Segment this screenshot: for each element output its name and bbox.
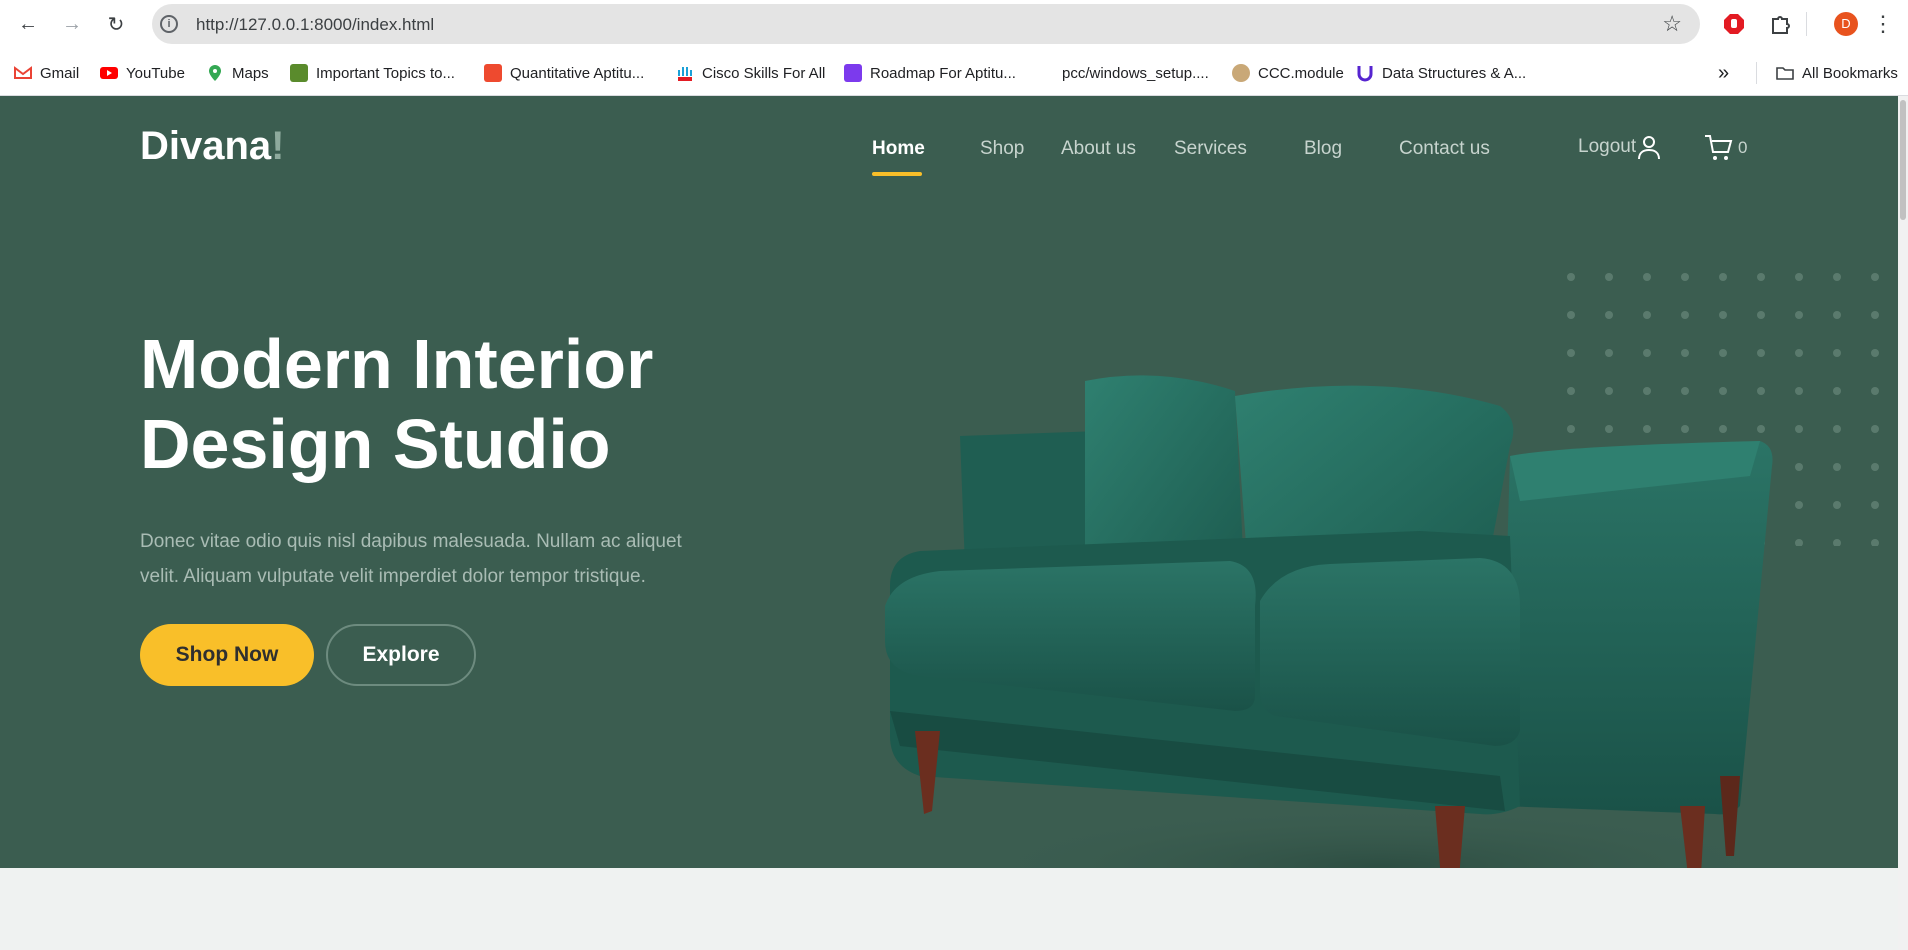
- bookmark-icon: [484, 64, 502, 82]
- cart-icon: [1705, 135, 1733, 160]
- sofa-image: [885, 375, 1790, 868]
- bookmark-label: Roadmap For Aptitu...: [870, 64, 1016, 82]
- hero-title-line: Design Studio: [140, 405, 611, 483]
- toolbar-divider: [1806, 12, 1807, 36]
- adblock-extension-icon[interactable]: [1722, 12, 1746, 36]
- bookmark-label: Gmail: [40, 64, 80, 82]
- nav-shop[interactable]: Shop: [980, 138, 1024, 160]
- bookmark-roadmap[interactable]: Roadmap For Aptitu...: [844, 62, 1016, 84]
- bookmark-quantitative[interactable]: Quantitative Aptitu...: [484, 62, 644, 84]
- page-scrollbar[interactable]: [1898, 96, 1908, 950]
- bookmark-label: Maps: [232, 64, 269, 82]
- more-bookmarks-icon[interactable]: »: [1718, 62, 1729, 84]
- bookmark-label: Quantitative Aptitu...: [510, 64, 645, 82]
- logout-link[interactable]: Logout: [1578, 134, 1662, 160]
- bookmark-label: pcc/windows_setup....: [1062, 64, 1209, 82]
- nav-services[interactable]: Services: [1174, 138, 1247, 160]
- hero-description-line: velit. Aliquam vulputate velit imperdiet…: [140, 566, 646, 587]
- folder-icon: [1776, 67, 1794, 80]
- nav-home[interactable]: Home: [872, 138, 925, 160]
- bookmarks-bar: Gmail YouTube Maps Important Topics to..…: [0, 48, 1908, 96]
- logout-label: Logout: [1578, 136, 1637, 157]
- bookmark-ccc[interactable]: CCC.module: [1232, 62, 1344, 84]
- nav-blog[interactable]: Blog: [1304, 138, 1342, 160]
- bookmark-star-icon[interactable]: ☆: [1662, 11, 1682, 37]
- reload-icon[interactable]: ↻: [102, 10, 130, 38]
- hero-description: Donec vitae odio quis nisl dapibus males…: [140, 524, 720, 594]
- bookmark-maps[interactable]: Maps: [206, 62, 269, 84]
- udemy-icon: [1357, 66, 1373, 82]
- scrollbar-thumb[interactable]: [1900, 100, 1906, 220]
- bookmark-icon: [1232, 64, 1250, 82]
- site-logo[interactable]: Divana!: [140, 124, 285, 169]
- active-nav-indicator: [872, 172, 922, 176]
- bookmark-icon: [844, 64, 862, 82]
- bookmark-data-structures[interactable]: Data Structures & A...: [1356, 62, 1526, 84]
- nav-contact-us[interactable]: Contact us: [1399, 138, 1490, 160]
- nav-about-us[interactable]: About us: [1061, 138, 1136, 160]
- hero-description-line: Donec vitae odio quis nisl dapibus males…: [140, 531, 682, 552]
- cisco-icon: [678, 67, 692, 81]
- url-text[interactable]: http://127.0.0.1:8000/index.html: [196, 15, 434, 35]
- youtube-icon: [100, 67, 118, 79]
- address-bar[interactable]: i http://127.0.0.1:8000/index.html ☆: [152, 4, 1700, 44]
- hero-title: Modern Interior Design Studio: [140, 324, 780, 484]
- logo-text: Divana: [140, 124, 272, 168]
- profile-avatar[interactable]: D: [1834, 12, 1858, 36]
- back-icon[interactable]: ←: [14, 10, 42, 38]
- explore-button[interactable]: Explore: [326, 624, 476, 686]
- gmail-icon: [14, 66, 32, 79]
- user-icon: [1638, 136, 1661, 160]
- cart-count: 0: [1738, 138, 1748, 157]
- forward-icon[interactable]: →: [58, 10, 86, 38]
- bookmark-label: Important Topics to...: [316, 64, 455, 82]
- bookmark-label: Data Structures & A...: [1382, 64, 1527, 82]
- all-bookmarks-button[interactable]: All Bookmarks: [1776, 62, 1898, 84]
- bookmark-youtube[interactable]: YouTube: [100, 62, 185, 84]
- bookmark-gmail[interactable]: Gmail: [14, 62, 79, 84]
- bookmark-important-topics[interactable]: Important Topics to...: [290, 62, 455, 84]
- extensions-puzzle-icon[interactable]: [1768, 12, 1792, 36]
- site-info-icon[interactable]: i: [160, 15, 178, 33]
- shop-now-button[interactable]: Shop Now: [140, 624, 314, 686]
- hero-title-line: Modern Interior: [140, 325, 654, 403]
- all-bookmarks-label: All Bookmarks: [1802, 64, 1898, 82]
- browser-toolbar: ← → ↻ i http://127.0.0.1:8000/index.html…: [0, 0, 1908, 48]
- browser-menu-icon[interactable]: ⋮: [1872, 10, 1894, 38]
- next-section: [0, 868, 1898, 950]
- bookmark-label: YouTube: [126, 64, 185, 82]
- bookmark-label: CCC.module: [1258, 64, 1344, 82]
- bookmarks-divider: [1756, 62, 1757, 84]
- logo-exclamation: !: [271, 124, 285, 168]
- maps-icon: [209, 65, 221, 81]
- hero-section: Divana! Home Shop About us Services Blog…: [0, 96, 1898, 868]
- bookmark-label: Cisco Skills For All: [702, 64, 826, 82]
- bookmark-pcc[interactable]: pcc/windows_setup....: [1062, 62, 1209, 84]
- cart-button[interactable]: 0: [1704, 134, 1747, 162]
- bookmark-icon: [290, 64, 308, 82]
- bookmark-cisco[interactable]: Cisco Skills For All: [676, 62, 825, 84]
